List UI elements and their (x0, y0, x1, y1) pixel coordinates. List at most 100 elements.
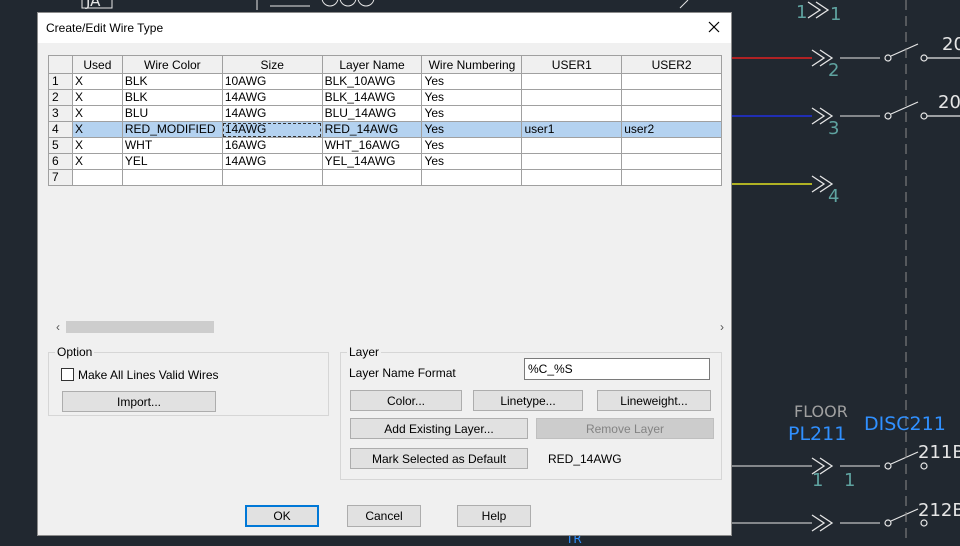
row-number-cell[interactable]: 1 (48, 73, 73, 90)
table-row[interactable]: 5 X WHT 16AWG WHT_16AWG Yes (48, 137, 722, 154)
wire-type-grid[interactable]: Used Wire Color Size Layer Name Wire Numberi… (48, 55, 722, 186)
table-cell[interactable] (621, 137, 722, 154)
table-cell[interactable]: Yes (421, 105, 523, 122)
table-cell[interactable]: Yes (421, 137, 523, 154)
lineweight-button[interactable]: Lineweight... (597, 390, 711, 411)
row-number-cell[interactable]: 6 (48, 153, 73, 170)
import-button[interactable]: Import... (62, 391, 216, 412)
row-number-cell[interactable]: 7 (48, 169, 73, 186)
cad-top-symbols (270, 0, 689, 9)
make-all-lines-valid-label[interactable]: Make All Lines Valid Wires (78, 368, 219, 382)
wire-type-table[interactable]: Used Wire Color Size Layer Name Wire Numberi… (48, 55, 722, 186)
table-cell[interactable] (521, 105, 623, 122)
column-header[interactable]: Used (71, 55, 123, 74)
table-cell[interactable]: X (71, 137, 123, 154)
cad-chevrons (807, 1, 834, 532)
column-header[interactable] (48, 55, 73, 74)
table-row[interactable]: 1 X BLK 10AWG BLK_10AWG Yes (48, 73, 722, 90)
table-cell[interactable] (521, 153, 623, 170)
column-header[interactable]: Wire Numbering (421, 55, 523, 74)
close-button[interactable] (697, 13, 731, 43)
table-cell[interactable]: 10AWG (221, 73, 323, 90)
table-cell[interactable] (521, 89, 623, 106)
table-cell[interactable]: Yes (421, 153, 523, 170)
column-header[interactable]: USER1 (521, 55, 623, 74)
table-cell[interactable]: X (71, 153, 123, 170)
scroll-right-button[interactable]: › (714, 318, 730, 335)
scrollbar-thumb[interactable] (66, 321, 214, 333)
table-cell[interactable] (421, 169, 523, 186)
table-row[interactable]: 7 (48, 169, 722, 186)
cad-label-disc211: DISC211 (864, 413, 946, 435)
cad-label-20b: 20 (938, 92, 960, 113)
table-cell[interactable]: 16AWG (221, 137, 323, 154)
make-all-lines-valid-checkbox[interactable] (61, 368, 74, 381)
table-cell[interactable]: 14AWG (221, 121, 323, 138)
table-cell[interactable] (621, 89, 722, 106)
horizontal-scrollbar[interactable]: ‹ › (50, 318, 730, 335)
table-cell[interactable] (621, 169, 722, 186)
table-cell[interactable]: 14AWG (221, 89, 323, 106)
table-cell[interactable]: X (71, 73, 123, 90)
cancel-button[interactable]: Cancel (347, 505, 421, 527)
table-cell[interactable] (321, 169, 423, 186)
cad-label-212b: 212B (918, 500, 960, 521)
table-cell[interactable]: BLK_10AWG (321, 73, 423, 90)
table-cell[interactable]: BLK (121, 89, 223, 106)
table-cell[interactable] (521, 137, 623, 154)
table-cell[interactable]: BLU_14AWG (321, 105, 423, 122)
table-row[interactable]: 6 X YEL 14AWG YEL_14AWG Yes (48, 153, 722, 170)
table-row[interactable]: 2 X BLK 14AWG BLK_14AWG Yes (48, 89, 722, 106)
table-cell[interactable]: X (71, 89, 123, 106)
table-cell[interactable]: YEL_14AWG (321, 153, 423, 170)
mark-selected-as-default-button[interactable]: Mark Selected as Default (350, 448, 528, 469)
column-header[interactable]: USER2 (621, 55, 722, 74)
ok-button[interactable]: OK (245, 505, 319, 527)
cad-label-20a: 20 (942, 34, 960, 55)
table-cell[interactable]: RED_14AWG (321, 121, 423, 138)
table-cell[interactable]: BLK (121, 73, 223, 90)
table-cell[interactable]: Yes (421, 89, 523, 106)
cad-label-floor: FLOOR (794, 402, 848, 421)
table-cell[interactable] (521, 169, 623, 186)
linetype-button[interactable]: Linetype... (473, 390, 583, 411)
table-cell[interactable]: user1 (521, 121, 623, 138)
table-cell[interactable]: WHT (121, 137, 223, 154)
table-row[interactable]: 3 X BLU 14AWG BLU_14AWG Yes (48, 105, 722, 122)
row-number-cell[interactable]: 2 (48, 89, 73, 106)
scroll-left-button[interactable]: ‹ (50, 318, 66, 335)
row-number-cell[interactable]: 4 (48, 121, 73, 138)
table-cell[interactable] (221, 169, 323, 186)
table-cell[interactable]: Yes (421, 121, 523, 138)
table-cell[interactable] (621, 153, 722, 170)
color-button[interactable]: Color... (350, 390, 462, 411)
table-cell[interactable] (121, 169, 223, 186)
table-cell[interactable] (71, 169, 123, 186)
table-cell[interactable]: X (71, 105, 123, 122)
default-layer-value: RED_14AWG (548, 452, 622, 466)
table-cell[interactable] (621, 73, 722, 90)
table-row[interactable]: 4 X RED_MODIFIED 14AWG RED_14AWG Yes user1 user… (48, 121, 722, 138)
dialog-titlebar[interactable]: Create/Edit Wire Type (38, 13, 731, 43)
table-cell[interactable]: X (71, 121, 123, 138)
help-button[interactable]: Help (457, 505, 531, 527)
table-cell[interactable]: RED_MODIFIED (121, 121, 223, 138)
table-cell[interactable]: WHT_16AWG (321, 137, 423, 154)
table-cell[interactable]: BLU (121, 105, 223, 122)
table-cell[interactable]: YEL (121, 153, 223, 170)
table-cell[interactable] (521, 73, 623, 90)
table-cell[interactable]: 14AWG (221, 105, 323, 122)
layer-name-format-input[interactable] (524, 358, 710, 380)
column-header[interactable]: Wire Color (121, 55, 223, 74)
add-existing-layer-button[interactable]: Add Existing Layer... (350, 418, 528, 439)
row-number-cell[interactable]: 3 (48, 105, 73, 122)
column-header[interactable]: Size (221, 55, 323, 74)
column-header[interactable]: Layer Name (321, 55, 423, 74)
row-number-cell[interactable]: 5 (48, 137, 73, 154)
table-cell[interactable]: BLK_14AWG (321, 89, 423, 106)
remove-layer-button[interactable]: Remove Layer (536, 418, 714, 439)
table-cell[interactable]: 14AWG (221, 153, 323, 170)
table-cell[interactable] (621, 105, 722, 122)
table-cell[interactable]: Yes (421, 73, 523, 90)
table-cell[interactable]: user2 (621, 121, 722, 138)
